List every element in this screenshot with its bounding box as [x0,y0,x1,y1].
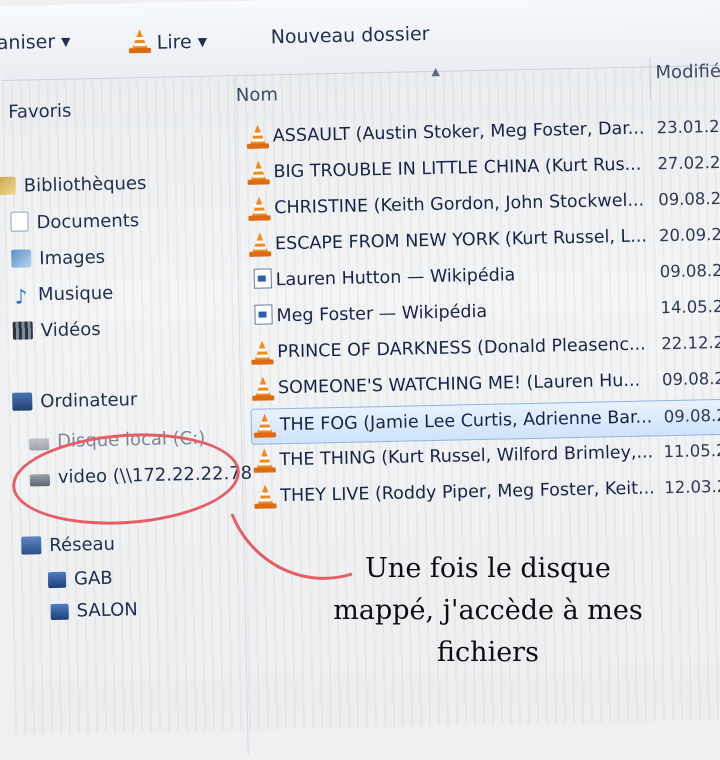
nav-libraries-label: Bibliothèques [23,172,147,197]
vlc-icon [252,376,281,402]
computer-icon [50,603,69,621]
nav-music-label: Musique [37,282,114,306]
nav-videos[interactable]: Vidéos [12,318,101,342]
file-date: 22.12.20 [661,332,720,354]
file-name: PRINCE OF DARKNESS (Donald Pleasenc... [277,334,646,363]
file-name: THE THING (Kurt Russel, Wilford Brimley,… [279,442,654,471]
file-date: 20.09.20 [658,224,720,246]
file-date: 27.02.20 [657,152,720,174]
film-icon [12,321,33,340]
shortcut-icon [254,304,273,329]
nav-network-label: Réseau [49,533,116,557]
sort-ascending-icon: ▲ [431,64,441,78]
nav-host-gab[interactable]: GAB [47,567,113,590]
annotation-line-1: Une fois le disque [365,553,611,584]
read-button[interactable]: Lire ▼ [128,28,208,55]
file-name: ASSAULT (Austin Stoker, Meg Foster, Dar.… [272,118,645,147]
vlc-icon [253,448,282,474]
shortcut-icon [253,268,273,293]
vlc-icon [128,28,152,54]
nav-favorites[interactable]: Favoris [8,101,72,123]
file-name: SOMEONE'S WATCHING ME! (Lauren Hu... [277,370,641,399]
read-label: Lire [156,30,192,54]
nav-host-salon[interactable]: SALON [50,599,138,622]
nav-host-gab-label: GAB [73,567,113,590]
organize-label: aniser [0,30,56,55]
organize-button[interactable]: aniser ▼ [0,30,71,55]
file-date: 11.05.20 [663,440,720,462]
annotation-caption: Une fois le disque mappé, j'accède à mes… [318,548,658,674]
nav-documents[interactable]: Documents [10,209,139,234]
file-date: 23.01.20 [656,116,720,138]
column-header-modified[interactable]: Modifié [655,61,720,83]
nav-computer-label: Ordinateur [40,389,138,413]
chevron-down-icon: ▼ [60,34,71,49]
file-name: Meg Foster — Wikipédia [276,301,488,327]
vlc-icon [254,484,283,510]
file-name: ESCAPE FROM NEW YORK (Kurt Russel, L... [274,226,648,255]
nav-music[interactable]: ♪ Musique [12,282,114,309]
navigation-pane: Favoris Bibliothèques Documents Images ♪… [0,75,252,760]
file-date: 09.08.20 [658,188,720,210]
new-folder-label: Nouveau dossier [270,23,430,49]
nav-computer[interactable]: Ordinateur [12,389,138,413]
network-icon [21,536,42,555]
nav-network[interactable]: Réseau [21,534,115,557]
nav-documents-label: Documents [36,210,140,234]
vlc-icon [253,413,283,439]
file-name: THEY LIVE (Roddy Piper, Meg Foster, Keit… [280,478,655,507]
vlc-icon [248,196,277,222]
file-date: 14.05.20 [660,296,720,318]
library-icon [0,176,16,196]
new-folder-button[interactable]: Nouveau dossier [270,23,429,48]
nav-images[interactable]: Images [11,247,105,270]
file-name: BIG TROUBLE IN LITTLE CHINA (Kurt Rus... [273,154,642,183]
image-icon [11,249,32,268]
chevron-down-icon: ▼ [197,34,208,49]
file-date: 12.03.20 [664,476,720,498]
vlc-icon [246,124,276,150]
vlc-icon [251,340,280,366]
nav-host-salon-label: SALON [76,599,138,622]
vlc-icon [249,232,278,258]
nav-favorites-label: Favoris [8,100,72,123]
nav-videos-label: Vidéos [40,318,101,342]
file-name: CHRISTINE (Keith Gordon, John Stockwel..… [274,190,645,219]
file-name: Lauren Hutton — Wikipédia [275,265,516,291]
nav-libraries[interactable]: Bibliothèques [0,173,147,197]
file-name: THE FOG (Jamie Lee Curtis, Adrienne Bar.… [279,407,653,436]
file-date: 09.08.20 [663,405,720,427]
annotation-line-2: mappé, j'accède à mes [333,595,643,626]
file-date: 09.08.20 [659,260,720,282]
hard-disk-icon [29,438,50,451]
annotation-line-3: fichiers [437,637,539,668]
file-date: 09.08.20 [661,368,720,390]
column-header-name[interactable]: Nom [236,84,278,106]
music-note-icon: ♪ [14,284,28,309]
toolbar: aniser ▼ Lire ▼ Nouveau dossier [0,0,720,81]
computer-icon [47,571,67,589]
computer-icon [12,392,33,411]
document-icon [10,211,29,232]
nav-images-label: Images [39,246,106,270]
vlc-icon [247,160,276,186]
